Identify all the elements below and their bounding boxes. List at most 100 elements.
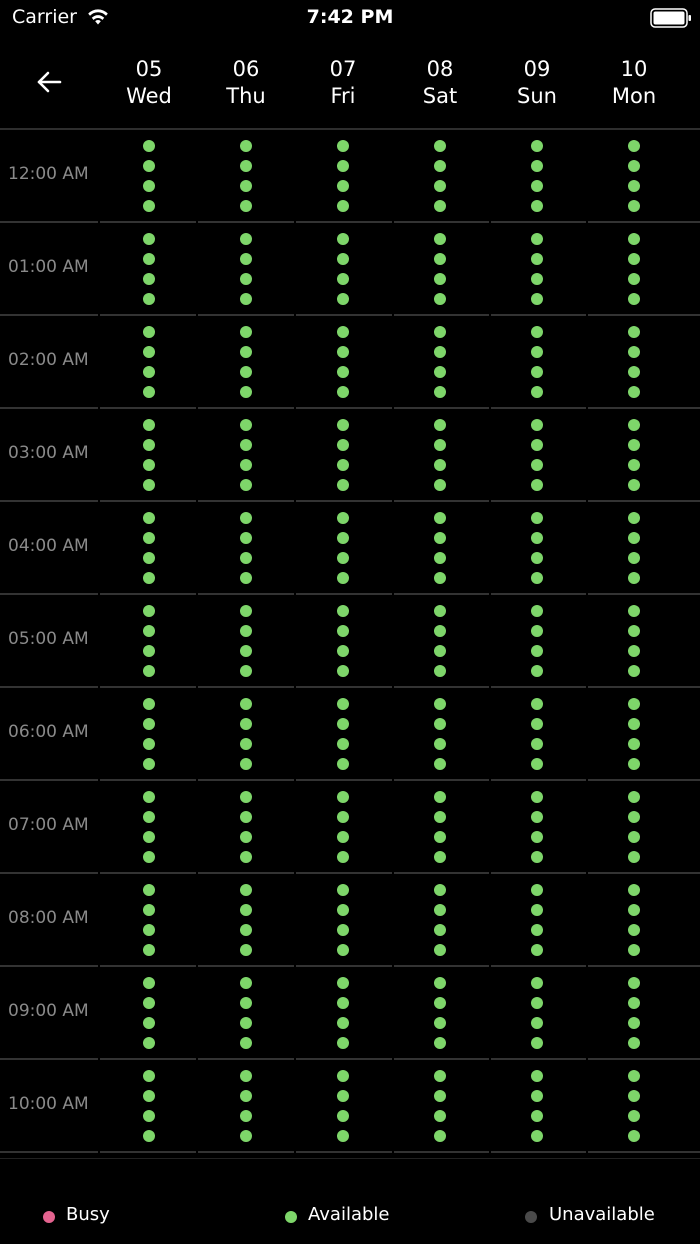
time-slot-available[interactable]	[337, 904, 349, 916]
time-slot-available[interactable]	[240, 552, 252, 564]
time-slot-available[interactable]	[337, 140, 349, 152]
time-slot-available[interactable]	[240, 479, 252, 491]
time-slot-available[interactable]	[531, 738, 543, 750]
time-slot-available[interactable]	[531, 997, 543, 1009]
time-slot-available[interactable]	[628, 1070, 640, 1082]
time-slot-available[interactable]	[143, 977, 155, 989]
time-slot-available[interactable]	[143, 180, 155, 192]
day-header-sun[interactable]: 09 Sun	[488, 56, 586, 110]
time-slot-available[interactable]	[337, 791, 349, 803]
time-slot-available[interactable]	[531, 1070, 543, 1082]
time-slot-available[interactable]	[628, 997, 640, 1009]
time-slot-available[interactable]	[143, 572, 155, 584]
time-slot-available[interactable]	[240, 1130, 252, 1142]
time-slot-available[interactable]	[240, 625, 252, 637]
time-slot-available[interactable]	[143, 479, 155, 491]
time-slot-available[interactable]	[240, 944, 252, 956]
time-slot-available[interactable]	[337, 200, 349, 212]
time-slot-available[interactable]	[337, 625, 349, 637]
time-slot-available[interactable]	[628, 253, 640, 265]
time-slot-available[interactable]	[240, 1017, 252, 1029]
time-slot-available[interactable]	[143, 293, 155, 305]
time-slot-available[interactable]	[531, 698, 543, 710]
time-slot-available[interactable]	[434, 997, 446, 1009]
time-slot-available[interactable]	[240, 1070, 252, 1082]
time-slot-available[interactable]	[337, 698, 349, 710]
back-button[interactable]	[28, 64, 72, 100]
time-slot-available[interactable]	[628, 1130, 640, 1142]
time-slot-available[interactable]	[531, 479, 543, 491]
time-slot-available[interactable]	[434, 512, 446, 524]
time-slot-available[interactable]	[434, 439, 446, 451]
time-slot-available[interactable]	[628, 552, 640, 564]
time-slot-available[interactable]	[434, 977, 446, 989]
time-slot-available[interactable]	[240, 366, 252, 378]
time-slot-available[interactable]	[143, 419, 155, 431]
time-slot-available[interactable]	[531, 253, 543, 265]
time-slot-available[interactable]	[337, 1037, 349, 1049]
time-slot-available[interactable]	[628, 1090, 640, 1102]
time-slot-available[interactable]	[628, 439, 640, 451]
time-slot-available[interactable]	[628, 665, 640, 677]
time-slot-available[interactable]	[628, 884, 640, 896]
time-slot-available[interactable]	[143, 439, 155, 451]
time-slot-available[interactable]	[240, 419, 252, 431]
time-slot-available[interactable]	[337, 180, 349, 192]
time-slot-available[interactable]	[143, 698, 155, 710]
time-slot-available[interactable]	[143, 1090, 155, 1102]
time-slot-available[interactable]	[337, 665, 349, 677]
time-slot-available[interactable]	[337, 439, 349, 451]
time-slot-available[interactable]	[143, 884, 155, 896]
time-slot-available[interactable]	[240, 997, 252, 1009]
time-slot-available[interactable]	[240, 645, 252, 657]
time-slot-available[interactable]	[143, 944, 155, 956]
time-slot-available[interactable]	[434, 1130, 446, 1142]
time-slot-available[interactable]	[143, 346, 155, 358]
time-slot-available[interactable]	[337, 1017, 349, 1029]
time-slot-available[interactable]	[531, 140, 543, 152]
time-slot-available[interactable]	[531, 1090, 543, 1102]
day-header-fri[interactable]: 07 Fri	[294, 56, 392, 110]
time-slot-available[interactable]	[434, 758, 446, 770]
time-slot-available[interactable]	[434, 233, 446, 245]
time-slot-available[interactable]	[337, 718, 349, 730]
time-slot-available[interactable]	[337, 160, 349, 172]
time-slot-available[interactable]	[143, 758, 155, 770]
time-slot-available[interactable]	[337, 758, 349, 770]
time-slot-available[interactable]	[240, 977, 252, 989]
time-slot-available[interactable]	[240, 459, 252, 471]
time-slot-available[interactable]	[143, 924, 155, 936]
time-slot-available[interactable]	[337, 738, 349, 750]
time-slot-available[interactable]	[531, 944, 543, 956]
time-slot-available[interactable]	[434, 326, 446, 338]
time-slot-available[interactable]	[434, 200, 446, 212]
time-slot-available[interactable]	[143, 1110, 155, 1122]
time-slot-available[interactable]	[628, 718, 640, 730]
time-slot-available[interactable]	[434, 851, 446, 863]
time-slot-available[interactable]	[434, 366, 446, 378]
time-slot-available[interactable]	[240, 180, 252, 192]
time-slot-available[interactable]	[337, 293, 349, 305]
time-slot-available[interactable]	[240, 140, 252, 152]
time-slot-available[interactable]	[628, 532, 640, 544]
time-slot-available[interactable]	[143, 831, 155, 843]
time-slot-available[interactable]	[434, 180, 446, 192]
time-slot-available[interactable]	[434, 273, 446, 285]
time-slot-available[interactable]	[337, 326, 349, 338]
time-slot-available[interactable]	[240, 293, 252, 305]
time-slot-available[interactable]	[434, 625, 446, 637]
time-slot-available[interactable]	[337, 459, 349, 471]
time-slot-available[interactable]	[628, 160, 640, 172]
time-slot-available[interactable]	[240, 273, 252, 285]
time-slot-available[interactable]	[143, 200, 155, 212]
time-slot-available[interactable]	[628, 419, 640, 431]
time-slot-available[interactable]	[628, 293, 640, 305]
time-slot-available[interactable]	[337, 419, 349, 431]
time-slot-available[interactable]	[531, 1110, 543, 1122]
time-slot-available[interactable]	[240, 386, 252, 398]
time-slot-available[interactable]	[143, 718, 155, 730]
time-slot-available[interactable]	[434, 1110, 446, 1122]
time-slot-available[interactable]	[628, 326, 640, 338]
time-slot-available[interactable]	[240, 253, 252, 265]
time-slot-available[interactable]	[240, 532, 252, 544]
